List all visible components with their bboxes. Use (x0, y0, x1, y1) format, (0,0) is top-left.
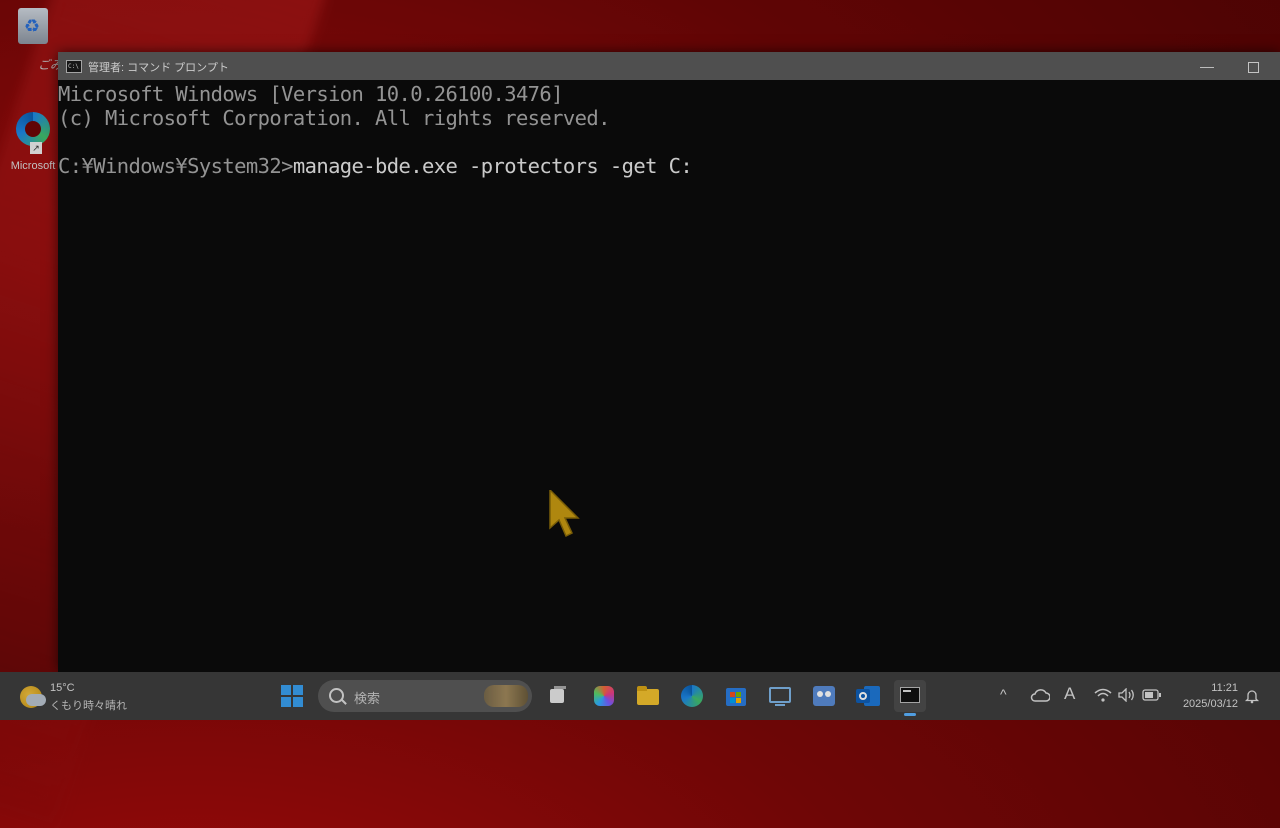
onedrive-cloud-icon[interactable] (1030, 688, 1050, 702)
task-view-icon[interactable] (542, 680, 574, 712)
copilot-icon[interactable] (588, 680, 620, 712)
taskbar-search-box[interactable]: 検索 (318, 680, 532, 712)
edge-logo-icon (16, 112, 50, 146)
taskbar: 15°C くもり時々晴れ 検索 ^ A 11:21 2025/03/12 (0, 672, 1280, 720)
maximize-icon (1247, 61, 1259, 73)
recycle-symbol-icon: ♻ (24, 16, 41, 36)
window-titlebar[interactable]: C:\ 管理者: コマンド プロンプト — (58, 52, 1280, 80)
edge-browser-icon[interactable] (676, 680, 708, 712)
teams-icon[interactable] (808, 680, 840, 712)
notification-bell-icon[interactable] (1244, 688, 1260, 704)
microsoft-store-icon[interactable] (720, 680, 752, 712)
console-prompt: C:¥Windows¥System32> (58, 154, 293, 178)
recycle-bin-icon[interactable]: ♻ (8, 6, 58, 52)
shortcut-arrow-icon: ↗ (30, 142, 42, 154)
file-explorer-icon[interactable] (632, 680, 664, 712)
outlook-icon[interactable] (852, 680, 884, 712)
window-title: 管理者: コマンド プロンプト (88, 62, 229, 74)
start-button[interactable] (276, 680, 308, 712)
weather-widget[interactable]: 15°C くもり時々晴れ (18, 678, 138, 714)
recycle-bin-graphic: ♻ (18, 8, 48, 44)
search-highlight-image (484, 685, 528, 707)
search-icon (329, 688, 344, 703)
weather-description: くもり時々晴れ (50, 700, 127, 712)
volume-icon[interactable] (1118, 688, 1136, 702)
clock-date: 2025/03/12 (1182, 698, 1238, 710)
battery-icon[interactable] (1142, 689, 1162, 701)
weather-temperature: 15°C (50, 682, 75, 694)
cloud-icon (26, 694, 46, 706)
cmd-app-icon: C:\ (66, 60, 82, 73)
command-prompt-taskbar-icon[interactable] (894, 680, 926, 716)
minimize-button[interactable]: — (1184, 52, 1230, 80)
search-placeholder: 検索 (354, 691, 381, 706)
mouse-pointer-icon (549, 490, 580, 538)
console-prompt-line: C:¥Windows¥System32>manage-bde.exe -prot… (58, 154, 693, 178)
wifi-icon[interactable] (1094, 688, 1112, 702)
maximize-button[interactable] (1230, 52, 1276, 80)
edge-shortcut-label: Microsoft (10, 160, 56, 172)
tray-overflow-chevron-icon[interactable]: ^ (1000, 686, 1007, 702)
remote-desktop-icon[interactable] (764, 680, 796, 712)
command-prompt-window[interactable]: C:\ 管理者: コマンド プロンプト — Microsoft Windows … (58, 52, 1280, 672)
console-line-copyright: (c) Microsoft Corporation. All rights re… (58, 106, 610, 130)
clock-time: 11:21 (1211, 682, 1238, 694)
console-output[interactable]: Microsoft Windows [Version 10.0.26100.34… (58, 80, 1280, 672)
console-command: manage-bde.exe -protectors -get C: (292, 154, 693, 178)
taskbar-clock[interactable]: 11:21 2025/03/12 (1172, 680, 1238, 712)
ime-mode-indicator[interactable]: A (1064, 684, 1075, 704)
console-line-version: Microsoft Windows [Version 10.0.26100.34… (58, 82, 564, 106)
edge-shortcut-icon[interactable]: ↗ Microsoft (8, 112, 58, 172)
